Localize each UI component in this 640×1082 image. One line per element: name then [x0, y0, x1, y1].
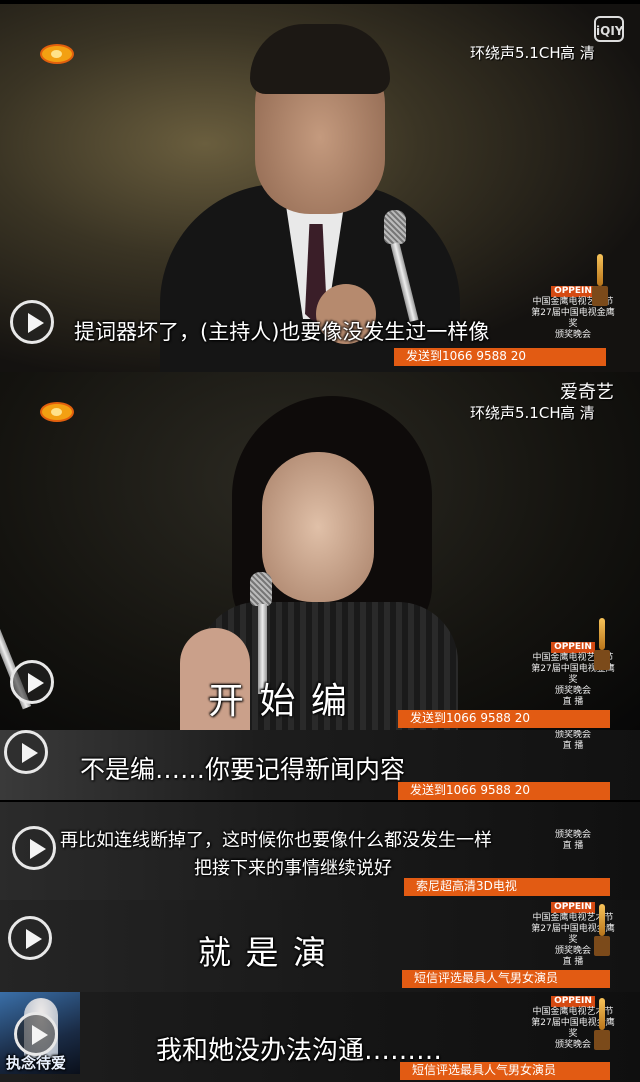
play-button[interactable] — [14, 1012, 58, 1056]
award-logo: 颁奖晚会 直 播 — [554, 830, 591, 851]
iqiyi-logo-icon: iQIY — [594, 16, 624, 42]
hud-quality: 高 清 — [560, 44, 595, 62]
video-frame-1: iQIY 环绕声5.1CH 高 清 OPPEIN 中国金鹰电视艺术节 第27届中… — [0, 4, 640, 372]
hud-brand: 爱奇艺 — [560, 382, 614, 403]
vote-banner: 短信评选最具人气男女演员 — [400, 1062, 610, 1080]
trophy-icon — [594, 904, 610, 956]
award-logo: 颁奖晚会 直 播 — [554, 730, 591, 751]
trophy-icon — [592, 254, 608, 306]
hud-audio: 环绕声5.1CH — [470, 44, 561, 62]
presenter-hair — [250, 24, 390, 94]
sony-banner: 索尼超高清3D电视 — [404, 878, 610, 896]
hud-audio: 环绕声5.1CH — [470, 404, 561, 422]
play-button[interactable] — [10, 660, 54, 704]
presenter-woman-face — [262, 452, 374, 602]
play-button[interactable] — [8, 916, 52, 960]
video-frame-6: 执念待爱 OPPEIN 中国金鹰电视艺术节 第27届中国电视金鹰奖 颁奖晚会 我… — [0, 992, 640, 1082]
video-frame-4: 颁奖晚会 直 播 再比如连线断掉了，这时候你也要像什么都没发生一样 把接下来的事… — [0, 802, 640, 900]
video-frame-2: 爱奇艺 环绕声5.1CH 高 清 OPPEIN 中国金鹰电视艺术节 第27届中国… — [0, 372, 640, 730]
subtitle-line-1: 再比如连线断掉了，这时候你也要像什么都没发生一样 — [60, 830, 492, 851]
subtitle: 不是编……你要记得新闻内容 — [80, 755, 406, 784]
mango-tv-logo — [40, 402, 74, 422]
hud-quality: 高 清 — [560, 404, 595, 422]
subtitle-line-2: 把接下来的事情继续说好 — [194, 858, 392, 879]
mango-tv-logo — [40, 44, 74, 64]
video-frame-3: 颁奖晚会 直 播 不是编……你要记得新闻内容 发送到1066 9588 20 — [0, 730, 640, 800]
microphone-icon — [250, 572, 272, 606]
sms-banner: 发送到1066 9588 20 — [394, 348, 606, 366]
sms-banner: 发送到1066 9588 20 — [398, 710, 610, 728]
subtitle: 提词器坏了，(主持人)也要像没发生过一样像 — [74, 320, 490, 344]
subtitle: 开 始 编 — [208, 681, 349, 722]
play-button[interactable] — [12, 826, 56, 870]
microphone-icon — [384, 210, 406, 244]
play-button[interactable] — [10, 300, 54, 344]
sms-banner: 发送到1066 9588 20 — [398, 782, 610, 800]
trophy-icon — [594, 618, 610, 670]
trophy-icon — [594, 998, 610, 1050]
video-frame-5: OPPEIN 中国金鹰电视艺术节 第27届中国电视金鹰奖 颁奖晚会 直 播 就 … — [0, 900, 640, 992]
play-button[interactable] — [4, 730, 48, 774]
subtitle: 就 是 演 — [198, 933, 328, 972]
vote-banner: 短信评选最具人气男女演员 — [402, 970, 610, 988]
